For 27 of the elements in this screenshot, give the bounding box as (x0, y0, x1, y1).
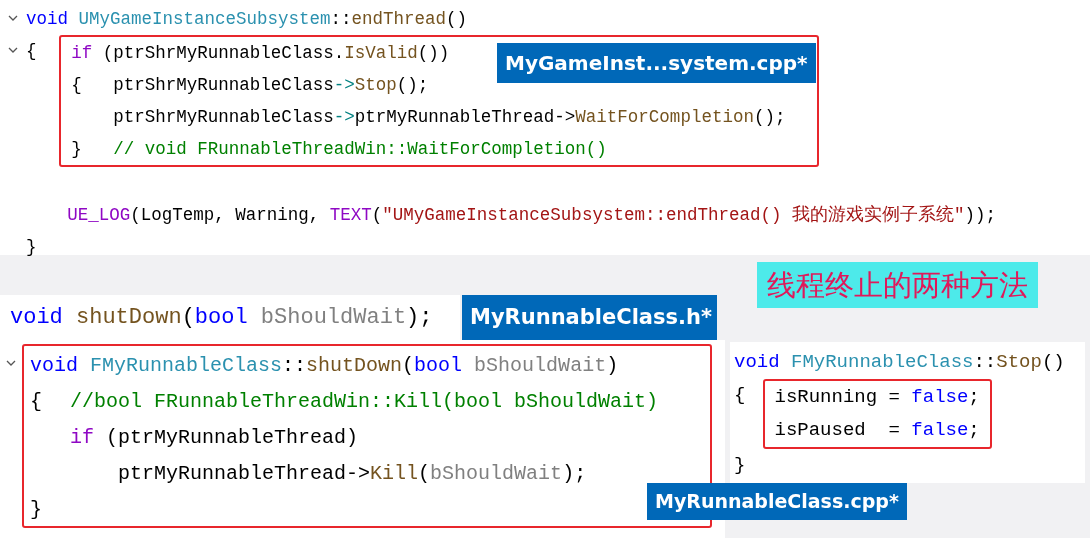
code-line: //bool FRunnableThreadWin::Kill(bool bShouldWait) (70, 389, 659, 415)
code-line: { (30, 389, 43, 415)
code-line: UE_LOG(LogTemp, Warning, TEXT("UMyGameInstanceSubsystem::endThread() 我的游戏实例子系统")); (67, 204, 996, 227)
code-line: void FMyRunnableClass::Stop() (734, 350, 1065, 375)
code-line: ptrShrMyRunnableClass->ptrMyRunnableThread->WaitForCompletion(); (112, 106, 786, 129)
file-tab[interactable]: MyRunnableClass.cpp* (647, 483, 907, 520)
code-line: { (734, 383, 747, 408)
code-line: void UMyGameInstanceSubsystem::endThread() (26, 8, 468, 31)
collapse-chevron-icon[interactable] (6, 358, 16, 368)
code-line: if (ptrShrMyRunnableClass.IsValid()) (71, 42, 450, 65)
code-line: isPaused = false; (774, 418, 980, 443)
caption-label: 线程终止的两种方法 (757, 262, 1038, 308)
code-line: if (ptrMyRunnableThread) (70, 425, 359, 451)
code-line: } (30, 497, 43, 523)
code-line: { (26, 40, 38, 63)
code-line: } (26, 236, 38, 259)
collapse-chevron-icon[interactable] (8, 45, 18, 55)
collapse-chevron-icon[interactable] (8, 13, 18, 23)
code-line: void shutDown(bool bShouldWait); (10, 304, 433, 332)
file-tab[interactable]: MyRunnableClass.h* (462, 295, 717, 340)
code-line: void FMyRunnableClass::shutDown(bool bShouldWait) (30, 353, 619, 379)
code-line: isRunning = false; (774, 385, 980, 410)
code-line: { ptrShrMyRunnableClass->Stop(); (71, 74, 429, 97)
code-line: } // void FRunnableThreadWin::WaitForCompletion() (71, 138, 607, 161)
code-line: } (734, 453, 747, 478)
file-tab[interactable]: MyGameInst...system.cpp* (497, 43, 816, 83)
code-line: ptrMyRunnableThread->Kill(bShouldWait); (117, 461, 587, 487)
